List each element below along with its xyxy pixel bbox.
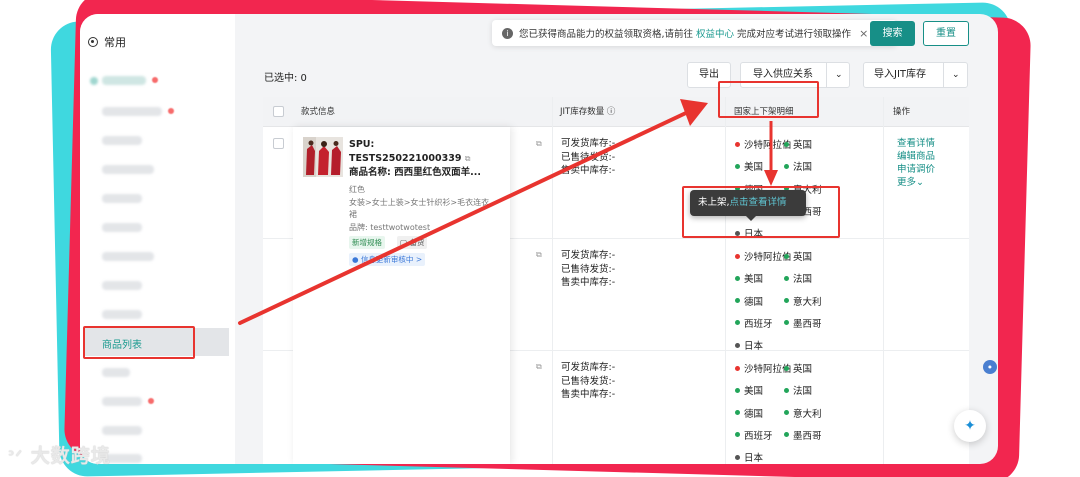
watermark-logo-icon: ᐣᐟ <box>8 447 24 466</box>
annotation-arrows <box>238 99 778 325</box>
assistant-bubble-icon[interactable]: ● <box>983 360 997 374</box>
sparkle-icon[interactable]: ✦ <box>954 410 986 442</box>
watermark: ᐣᐟ 大数跨境 <box>8 445 111 467</box>
screenshot-stage: 常用 商品列表 i 您已获得商品能力的权益领取资格,请前往 权益中心 完成对应考… <box>0 0 1080 477</box>
